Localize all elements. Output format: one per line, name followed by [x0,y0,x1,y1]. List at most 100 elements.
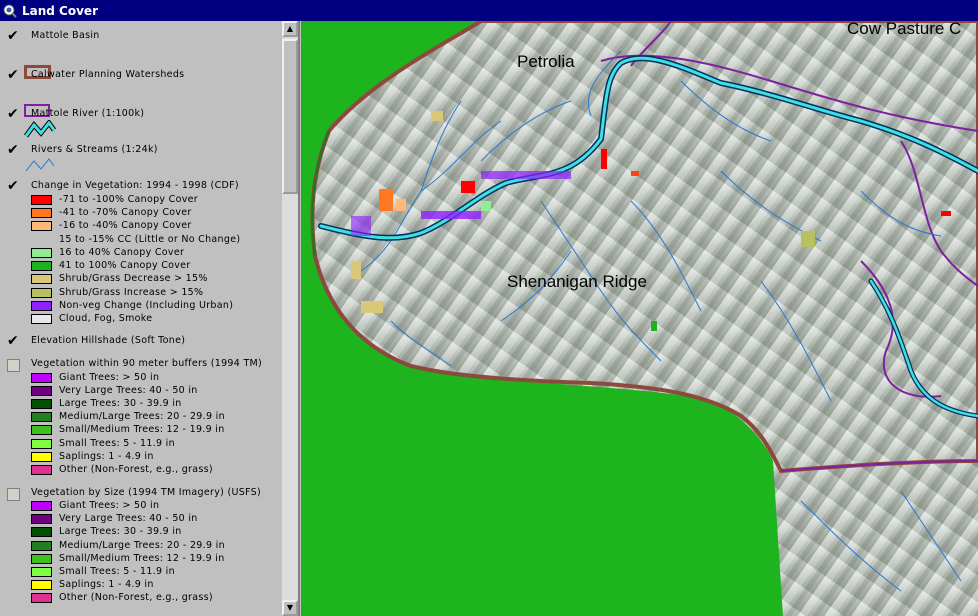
class-label: Small Trees: 5 - 11.9 in [59,438,175,449]
class-label: Saplings: 1 - 4.9 in [59,579,154,590]
legend-class: Non-veg Change (Including Urban) [31,300,233,313]
color-swatch [31,372,52,383]
color-swatch [31,500,52,511]
color-swatch [31,553,52,564]
class-label: Very Large Trees: 40 - 50 in [59,385,198,396]
legend-class: Small/Medium Trees: 12 - 19.9 in [31,553,225,566]
map-label-shenanigan-ridge: Shenanigan Ridge [507,272,647,291]
class-label: Medium/Large Trees: 20 - 29.9 in [59,540,225,551]
legend-class: Shrub/Grass Decrease > 15% [31,273,208,286]
color-swatch [31,220,52,231]
color-swatch [31,526,52,537]
class-label: 15 to -15% CC (Little or No Change) [59,234,241,245]
color-swatch [31,438,52,449]
checkbox-unchecked[interactable] [7,359,20,372]
class-label: Giant Trees: > 50 in [59,372,160,383]
legend-table-of-contents: ✔ Mattole Basin ✔ Calwater Planning Wate… [0,21,300,616]
scroll-down-arrow-icon[interactable]: ▼ [282,600,298,616]
legend-class: Very Large Trees: 40 - 50 in [31,385,198,398]
class-label: Small/Medium Trees: 12 - 19.9 in [59,553,225,564]
legend-class: Saplings: 1 - 4.9 in [31,579,154,592]
color-swatch [31,260,52,271]
color-swatch [31,194,52,205]
class-label: Shrub/Grass Increase > 15% [59,287,204,298]
window-title: Land Cover [22,3,98,18]
legend-class: Other (Non-Forest, e.g., grass) [31,592,213,605]
layer-name: Elevation Hillshade (Soft Tone) [31,335,186,346]
map-label-petrolia: Petrolia [517,52,575,71]
color-swatch [31,540,52,551]
class-label: Cloud, Fog, Smoke [59,313,153,324]
color-swatch [31,464,52,475]
layer-name: Change in Vegetation: 1994 - 1998 (CDF) [31,180,239,191]
color-swatch [31,313,52,324]
scrollbar-thumb[interactable] [282,39,298,194]
class-label: Medium/Large Trees: 20 - 29.9 in [59,411,225,422]
color-swatch [31,513,52,524]
color-swatch [31,411,52,422]
class-label: Small Trees: 5 - 11.9 in [59,566,175,577]
class-label: Small/Medium Trees: 12 - 19.9 in [59,424,225,435]
class-label: 16 to 40% Canopy Cover [59,247,185,258]
map-view[interactable]: Petrolia Shenanigan Ridge Cow Pasture C [301,21,978,616]
map-canvas[interactable]: Petrolia Shenanigan Ridge Cow Pasture C [301,21,978,616]
color-swatch [31,385,52,396]
color-swatch [31,566,52,577]
legend-class: Small Trees: 5 - 11.9 in [31,438,175,451]
legend-class: Shrub/Grass Increase > 15% [31,287,203,300]
class-label: Very Large Trees: 40 - 50 in [59,513,198,524]
layer-name: Calwater Planning Watersheds [31,69,185,80]
legend-class: 41 to 100% Canopy Cover [31,260,191,273]
checkmark-icon[interactable]: ✔ [7,68,20,82]
class-label: 41 to 100% Canopy Cover [59,260,191,271]
legend-class: -16 to -40% Canopy Cover [31,220,192,233]
color-swatch [31,592,52,603]
layer-name: Mattole Basin [31,30,100,41]
legend-class: 16 to 40% Canopy Cover [31,247,184,260]
color-swatch [31,287,52,298]
legend-class: Small/Medium Trees: 12 - 19.9 in [31,424,225,437]
layer-name: Vegetation by Size (1994 TM Imagery) (US… [31,487,261,498]
color-swatch [31,451,52,462]
legend-class: Cloud, Fog, Smoke [31,313,152,326]
checkmark-icon[interactable]: ✔ [7,29,20,43]
class-label: Other (Non-Forest, e.g., grass) [59,464,213,475]
color-swatch [31,235,52,245]
window-title-bar: Land Cover [0,0,978,21]
class-label: -71 to -100% Canopy Cover [59,194,198,205]
legend-class: 15 to -15% CC (Little or No Change) [31,234,240,247]
legend-class: Medium/Large Trees: 20 - 29.9 in [31,411,225,424]
legend-class: Giant Trees: > 50 in [31,500,159,513]
app-globe-icon [3,4,17,18]
scroll-up-arrow-icon[interactable]: ▲ [282,21,298,37]
legend-class: Medium/Large Trees: 20 - 29.9 in [31,540,225,553]
checkmark-icon[interactable]: ✔ [7,107,20,121]
river-line-symbol-icon [24,120,56,138]
color-swatch [31,207,52,218]
legend-scrollbar[interactable]: ▲ ▼ [282,21,298,616]
color-swatch [31,398,52,409]
color-swatch [31,247,52,258]
class-label: -41 to -70% Canopy Cover [59,207,192,218]
legend-class: Other (Non-Forest, e.g., grass) [31,464,213,477]
layer-name: Vegetation within 90 meter buffers (1994… [31,358,263,369]
class-label: Shrub/Grass Decrease > 15% [59,273,208,284]
legend-class: Very Large Trees: 40 - 50 in [31,513,198,526]
legend-class: Giant Trees: > 50 in [31,372,159,385]
class-label: Large Trees: 30 - 39.9 in [59,398,182,409]
checkmark-icon[interactable]: ✔ [7,143,20,157]
class-label: Giant Trees: > 50 in [59,500,160,511]
legend-class: Large Trees: 30 - 39.9 in [31,526,182,539]
class-label: -16 to -40% Canopy Cover [59,220,192,231]
class-label: Large Trees: 30 - 39.9 in [59,526,182,537]
checkmark-icon[interactable]: ✔ [7,334,20,348]
class-label: Non-veg Change (Including Urban) [59,300,234,311]
checkmark-icon[interactable]: ✔ [7,179,20,193]
checkbox-unchecked[interactable] [7,488,20,501]
stream-line-symbol-icon [25,158,55,172]
legend-class: Saplings: 1 - 4.9 in [31,451,154,464]
class-label: Saplings: 1 - 4.9 in [59,451,154,462]
color-swatch [31,424,52,435]
class-label: Other (Non-Forest, e.g., grass) [59,592,213,603]
legend-class: Large Trees: 30 - 39.9 in [31,398,182,411]
